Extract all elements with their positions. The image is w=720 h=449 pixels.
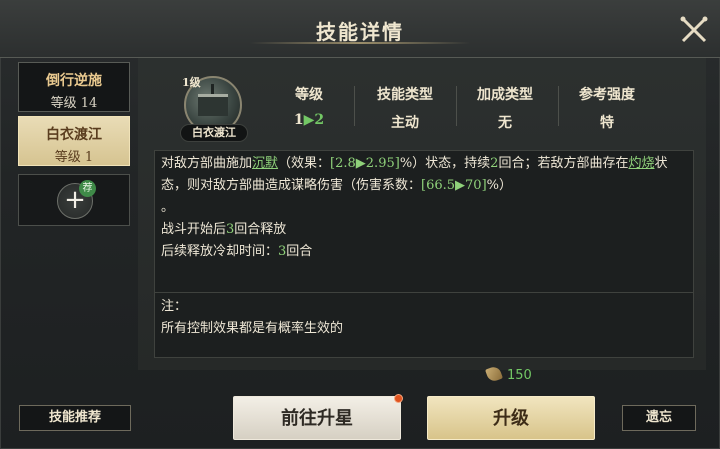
desc-text: %） [486, 178, 513, 193]
description-paragraph-3: 后续释放冷却时间：3回合 [161, 241, 689, 263]
upgrade-button[interactable]: 升级 [427, 396, 595, 440]
sidebar-item-name: 白衣渡江 [46, 127, 102, 143]
description-divider [155, 292, 693, 293]
desc-text: 后续释放冷却时间： [161, 244, 279, 259]
stat-bonus-type: 加成类型 无 [460, 84, 550, 132]
close-x-icon [680, 16, 708, 43]
stat-level: 等级 1▶2 [264, 84, 354, 128]
desc-text: 回合 [286, 244, 313, 259]
stat-label: 等级 [295, 87, 323, 103]
desc-text: 回合释放 [234, 222, 287, 237]
sidebar-item-daoxingnishi[interactable]: 倒行逆施 等级 14 [18, 62, 130, 112]
skill-description-box: 对敌方部曲施加沉默（效果：[2.8▶2.95]%）状态，持续2回合；若敌方部曲存… [154, 150, 694, 358]
desc-text: %）状态，持续 [399, 156, 491, 171]
description-period: 。 [161, 200, 175, 215]
stat-value: 主动 [391, 115, 419, 131]
level-to: 2 [314, 112, 325, 128]
note-text: 所有控制效果都是有概率生效的 [161, 321, 344, 336]
scroll-icon [485, 365, 503, 383]
description-note: 注： 所有控制效果都是有概率生效的 [161, 296, 689, 340]
burn-status-link[interactable]: 灼烧 [628, 156, 654, 171]
stat-divider [354, 86, 355, 126]
forget-button[interactable]: 遗忘 [622, 405, 696, 431]
sidebar-item-name: 倒行逆施 [46, 73, 102, 89]
desc-text: （效果： [278, 156, 331, 171]
title-bar: 技能详情 [0, 0, 720, 58]
silence-status-link[interactable]: 沉默 [252, 156, 278, 171]
level-arrow-icon: ▶ [303, 112, 315, 128]
desc-text: 战斗开始后 [161, 222, 227, 237]
skill-description-text: 对敌方部曲施加沉默（效果：[2.8▶2.95]%）状态，持续2回合；若敌方部曲存… [161, 153, 689, 263]
upgrade-cost: 150 [485, 365, 532, 386]
desc-text: 回合；若敌方部曲存在 [498, 156, 629, 171]
note-title: 注： [161, 299, 188, 314]
skill-icon-name: 白衣渡江 [180, 124, 248, 142]
level-from: 1 [293, 112, 304, 128]
notification-dot [394, 394, 403, 403]
skill-detail-panel: 1级 白衣渡江 等级 1▶2 技能类型 主动 加成类型 无 参考强度 特 对敌方… [138, 58, 706, 370]
skill-icon-level: 1级 [182, 76, 201, 89]
stat-reference-strength: 参考强度 特 [562, 84, 652, 132]
stat-value: 无 [498, 115, 512, 131]
sidebar-item-baiyidujiang[interactable]: 白衣渡江 等级 1 [18, 116, 130, 166]
add-skill-slot[interactable]: + 荐 [18, 174, 130, 226]
stat-label: 加成类型 [477, 87, 533, 103]
description-paragraph-2: 战斗开始后3回合释放 [161, 219, 689, 241]
stat-label: 技能类型 [377, 87, 433, 103]
page-title: 技能详情 [316, 20, 404, 44]
close-icon[interactable] [678, 14, 710, 46]
sidebar-item-level: 等级 14 [50, 96, 98, 111]
recommend-badge: 荐 [79, 180, 96, 197]
go-star-up-button[interactable]: 前往升星 [233, 396, 401, 440]
desc-text: 对敌方部曲施加 [161, 156, 253, 171]
description-paragraph-1: 对敌方部曲施加沉默（效果：[2.8▶2.95]%）状态，持续2回合；若敌方部曲存… [161, 153, 689, 197]
desc-number: [2.8▶2.95] [330, 156, 400, 171]
stat-divider [558, 86, 559, 126]
skill-recommend-button[interactable]: 技能推荐 [19, 405, 131, 431]
ship-shape [198, 94, 228, 116]
stat-skill-type: 技能类型 主动 [360, 84, 450, 132]
skill-sidebar: 倒行逆施 等级 14 白衣渡江 等级 1 + 荐 [14, 58, 136, 449]
stat-divider [456, 86, 457, 126]
sidebar-item-level: 等级 1 [54, 150, 94, 165]
stat-value: 1▶2 [264, 112, 354, 128]
stat-label: 参考强度 [579, 87, 635, 103]
title-underline [250, 42, 470, 44]
stat-value: 特 [600, 115, 614, 131]
cost-value: 150 [507, 368, 532, 383]
desc-number: [66.5▶70] [421, 178, 487, 193]
